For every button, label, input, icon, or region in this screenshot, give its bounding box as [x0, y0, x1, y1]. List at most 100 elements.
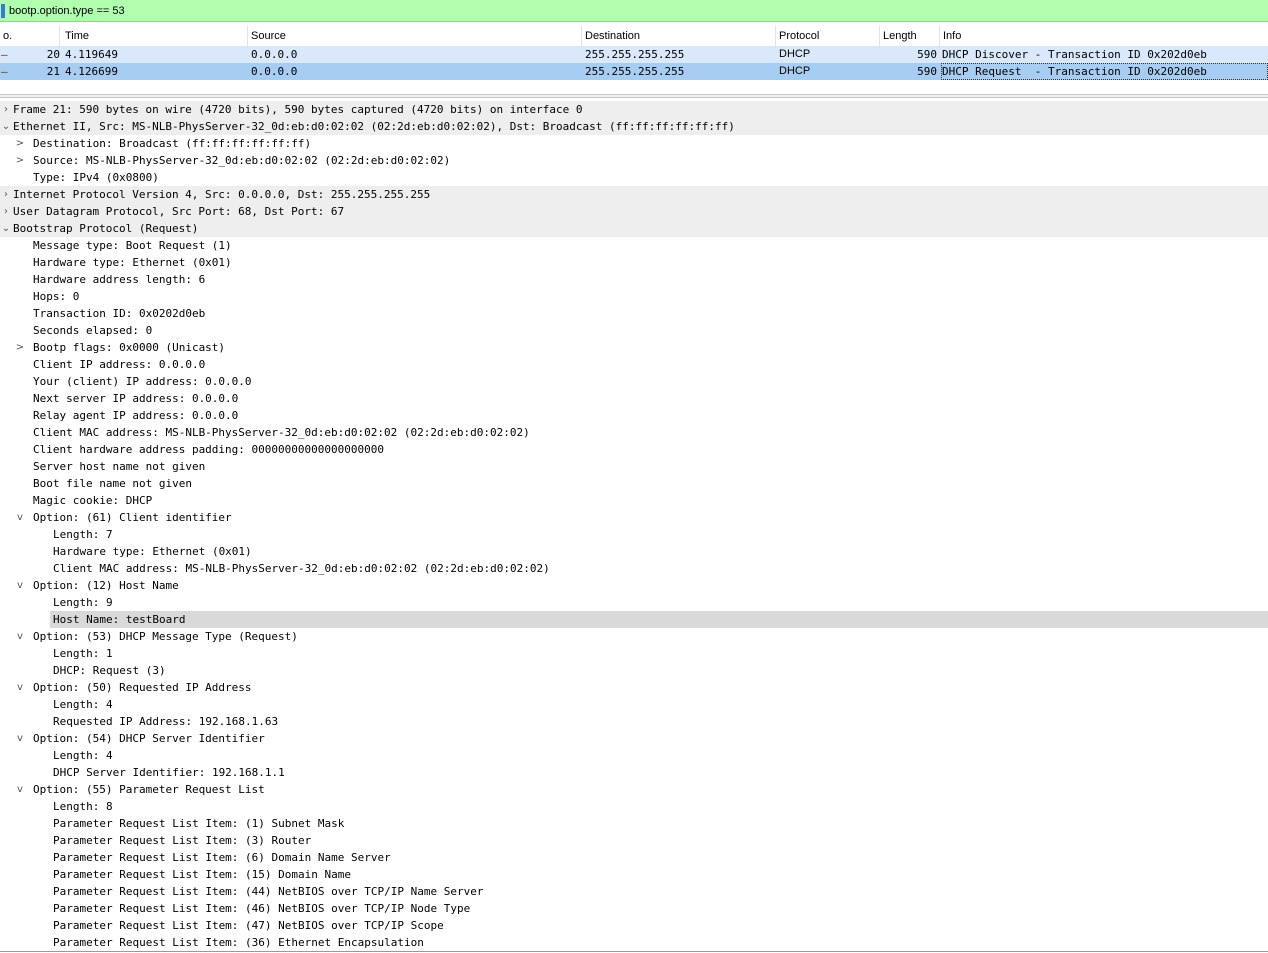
tree-item[interactable]: DHCP Server Identifier: 192.168.1.1 — [0, 764, 1268, 781]
tree-item[interactable]: ⌄ Bootstrap Protocol (Request) — [0, 220, 1268, 237]
tree-item[interactable]: Parameter Request List Item: (36) Ethern… — [0, 934, 1268, 951]
tree-item[interactable]: Relay agent IP address: 0.0.0.0 — [0, 407, 1268, 424]
expand-arrow-icon[interactable]: › — [0, 186, 12, 203]
tree-item[interactable]: v Option: (61) Client identifier — [0, 509, 1268, 526]
tree-item[interactable]: Transaction ID: 0x0202d0eb — [0, 305, 1268, 322]
tree-item[interactable]: v Option: (12) Host Name — [0, 577, 1268, 594]
bookmark-icon[interactable] — [1, 4, 5, 18]
tree-item[interactable]: Hops: 0 — [0, 288, 1268, 305]
tree-item[interactable]: v Option: (55) Parameter Request List — [0, 781, 1268, 798]
column-header-source[interactable]: Source — [248, 26, 582, 46]
tree-item[interactable]: Magic cookie: DHCP — [0, 492, 1268, 509]
tree-item-label: Seconds elapsed: 0 — [33, 324, 153, 337]
tree-item[interactable]: Parameter Request List Item: (44) NetBIO… — [0, 883, 1268, 900]
tree-item[interactable]: Boot file name not given — [0, 475, 1268, 492]
expand-arrow-icon[interactable]: > — [14, 135, 26, 152]
pane-divider — [0, 951, 1268, 952]
tree-item-label: Magic cookie: DHCP — [33, 494, 153, 507]
tree-item[interactable]: > Source: MS-NLB-PhysServer-32_0d:eb:d0:0… — [0, 152, 1268, 169]
expand-arrow-icon[interactable]: › — [0, 203, 12, 220]
tree-item[interactable]: Length: 4 — [0, 747, 1268, 764]
tree-item[interactable]: Hardware type: Ethernet (0x01) — [0, 254, 1268, 271]
tree-item[interactable]: Parameter Request List Item: (46) NetBIO… — [0, 900, 1268, 917]
packet-row[interactable]: – 20 4.119649 0.0.0.0 255.255.255.255 DH… — [0, 46, 1268, 63]
tree-item[interactable]: DHCP: Request (3) — [0, 662, 1268, 679]
tree-item[interactable]: Client MAC address: MS-NLB-PhysServer-32… — [0, 560, 1268, 577]
tree-item-label: Hops: 0 — [33, 290, 80, 303]
tree-item[interactable]: Client IP address: 0.0.0.0 — [0, 356, 1268, 373]
tree-item[interactable]: Type: IPv4 (0x0800) — [0, 169, 1268, 186]
tree-item[interactable]: Parameter Request List Item: (6) Domain … — [0, 849, 1268, 866]
tree-item[interactable]: Length: 4 — [0, 696, 1268, 713]
tree-item[interactable]: ⌄ Ethernet II, Src: MS-NLB-PhysServer-32_… — [0, 118, 1268, 135]
tree-item[interactable]: v Option: (54) DHCP Server Identifier — [0, 730, 1268, 747]
tree-item[interactable]: Hardware address length: 6 — [0, 271, 1268, 288]
packet-time: 4.119649 — [65, 48, 118, 61]
tree-item-label: Length: 4 — [53, 749, 113, 762]
expand-arrow-icon[interactable]: > — [14, 152, 26, 169]
tree-item[interactable]: Parameter Request List Item: (1) Subnet … — [0, 815, 1268, 832]
collapse-arrow-icon[interactable]: v — [14, 628, 26, 645]
tree-item[interactable]: Length: 9 — [0, 594, 1268, 611]
tree-item[interactable]: Next server IP address: 0.0.0.0 — [0, 390, 1268, 407]
packet-protocol: DHCP — [779, 65, 811, 77]
tree-item-label: Relay agent IP address: 0.0.0.0 — [33, 409, 239, 422]
packet-length: 590 — [917, 48, 937, 61]
tree-item-label: Parameter Request List Item: (3) Router — [53, 834, 312, 847]
tree-item-label: Parameter Request List Item: (1) Subnet … — [53, 817, 345, 830]
tree-item[interactable]: Client hardware address padding: 0000000… — [0, 441, 1268, 458]
tree-item[interactable]: Message type: Boot Request (1) — [0, 237, 1268, 254]
tree-item-label: Transaction ID: 0x0202d0eb — [33, 307, 206, 320]
tree-item[interactable]: Client MAC address: MS-NLB-PhysServer-32… — [0, 424, 1268, 441]
pane-splitter[interactable] — [0, 94, 1268, 98]
collapse-arrow-icon[interactable]: v — [14, 730, 26, 747]
column-header-length[interactable]: Length — [880, 26, 940, 46]
tree-item[interactable]: Server host name not given — [0, 458, 1268, 475]
packet-row-selected[interactable]: – 21 4.126699 0.0.0.0 255.255.255.255 DH… — [0, 63, 1268, 80]
tree-item[interactable]: Hardware type: Ethernet (0x01) — [0, 543, 1268, 560]
collapse-arrow-icon[interactable]: ⌄ — [0, 118, 12, 135]
tree-item[interactable]: Length: 1 — [0, 645, 1268, 662]
tree-item[interactable]: Parameter Request List Item: (15) Domain… — [0, 866, 1268, 883]
tree-item[interactable]: > Destination: Broadcast (ff:ff:ff:ff:ff:… — [0, 135, 1268, 152]
tree-item[interactable]: v Option: (50) Requested IP Address — [0, 679, 1268, 696]
expand-arrow-icon[interactable]: › — [0, 101, 12, 118]
tree-item-label: Server host name not given — [33, 460, 206, 473]
tree-item-label: DHCP: Request (3) — [53, 664, 166, 677]
tree-item[interactable]: Length: 8 — [0, 798, 1268, 815]
packet-length: 590 — [917, 65, 937, 78]
tree-item-label: Bootp flags: 0x0000 (Unicast) — [33, 341, 226, 354]
tree-item[interactable]: Host Name: testBoard — [50, 611, 1268, 628]
packet-list: o. Time Source Destination Protocol Leng… — [0, 26, 1268, 84]
display-filter-input[interactable]: bootp.option.type == 53 — [9, 0, 125, 22]
tree-item[interactable]: › Internet Protocol Version 4, Src: 0.0.0… — [0, 186, 1268, 203]
collapse-arrow-icon[interactable]: ⌄ — [0, 220, 12, 237]
collapse-arrow-icon[interactable]: v — [14, 679, 26, 696]
column-header-destination[interactable]: Destination — [582, 26, 776, 46]
tree-item[interactable]: Your (client) IP address: 0.0.0.0 — [0, 373, 1268, 390]
column-header-info[interactable]: Info — [940, 26, 1268, 46]
tree-item[interactable]: Length: 7 — [0, 526, 1268, 543]
tree-item[interactable]: Parameter Request List Item: (47) NetBIO… — [0, 917, 1268, 934]
column-header-no[interactable]: o. — [0, 26, 60, 46]
tree-item[interactable]: Requested IP Address: 192.168.1.63 — [0, 713, 1268, 730]
tree-item-label: Destination: Broadcast (ff:ff:ff:ff:ff:f… — [33, 137, 312, 150]
tree-item-label: Message type: Boot Request (1) — [33, 239, 232, 252]
expand-arrow-icon[interactable]: > — [14, 339, 26, 356]
tree-item[interactable]: > Bootp flags: 0x0000 (Unicast) — [0, 339, 1268, 356]
tree-item[interactable]: › User Datagram Protocol, Src Port: 68, D… — [0, 203, 1268, 220]
column-header-time[interactable]: Time — [62, 26, 248, 46]
tree-item-label: User Datagram Protocol, Src Port: 68, Ds… — [13, 205, 345, 218]
tree-item[interactable]: › Frame 21: 590 bytes on wire (4720 bits)… — [0, 101, 1268, 118]
tree-item[interactable]: v Option: (53) DHCP Message Type (Request… — [0, 628, 1268, 645]
tree-item[interactable]: Seconds elapsed: 0 — [0, 322, 1268, 339]
tree-item-label: Ethernet II, Src: MS-NLB-PhysServer-32_0… — [13, 120, 735, 133]
collapse-arrow-icon[interactable]: v — [14, 577, 26, 594]
tree-item[interactable]: Parameter Request List Item: (3) Router — [0, 832, 1268, 849]
collapse-arrow-icon[interactable]: v — [14, 509, 26, 526]
display-filter-bar[interactable]: bootp.option.type == 53 — [0, 0, 1268, 22]
collapse-arrow-icon[interactable]: v — [14, 781, 26, 798]
packet-source: 0.0.0.0 — [251, 48, 298, 61]
tree-item-label: Option: (55) Parameter Request List — [33, 783, 265, 796]
column-header-protocol[interactable]: Protocol — [776, 26, 880, 46]
